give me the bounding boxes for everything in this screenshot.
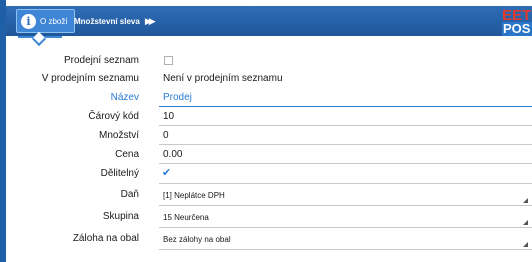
name-input[interactable]: Prodej [163, 92, 192, 103]
sale-list-checkbox[interactable] [164, 56, 173, 65]
row-deposit: Záloha na obal Bez zálohy na obal [6, 230, 532, 250]
deposit-dropdown-arrow-icon[interactable] [523, 242, 528, 247]
row-group: Skupina 15 Neurčena [6, 208, 532, 228]
price-input-underline [159, 163, 532, 164]
barcode-input[interactable]: 10 [163, 111, 174, 122]
in-sale-list-label: V prodejním seznamu [41, 73, 139, 84]
tab-product-info[interactable]: i O zboží [16, 9, 75, 33]
deposit-label: Záloha na obal [72, 233, 139, 244]
name-label: Název [110, 92, 139, 103]
fast-forward-icon: ▶▶ [144, 15, 156, 26]
header: i O zboží Množstevní sleva ▶▶ EET POS [6, 0, 532, 47]
price-input[interactable]: 0.00 [163, 149, 182, 160]
tab-product-info-label: O zboží [40, 16, 68, 26]
row-quantity: Množství 0 [6, 127, 532, 147]
tax-select[interactable]: [1] Neplátce DPH [163, 191, 225, 200]
group-select[interactable]: 15 Neurčena [163, 213, 209, 222]
eet-pos-logo: EET POS [502, 8, 532, 36]
group-dropdown-arrow-icon[interactable] [523, 220, 528, 225]
row-tax: Daň [1] Neplátce DPH [6, 186, 532, 206]
quantity-label: Množství [98, 130, 139, 141]
price-label: Cena [115, 149, 139, 160]
quantity-input-underline [159, 144, 532, 145]
group-label: Skupina [102, 211, 139, 222]
row-price: Cena 0.00 [6, 146, 532, 166]
row-sale-list: Prodejní seznam [6, 52, 532, 72]
barcode-input-underline [159, 125, 532, 126]
divisible-checkbox[interactable]: ✔ [162, 166, 171, 179]
tax-label: Daň [120, 189, 139, 200]
tax-select-underline [159, 205, 532, 206]
name-input-underline [159, 106, 532, 107]
group-select-underline [159, 227, 532, 228]
sale-list-label: Prodejní seznam [63, 55, 139, 66]
row-divisible: Dělitelný ✔ [6, 165, 532, 185]
tab-quantity-discount-label: Množstevní sleva [74, 16, 140, 26]
quantity-input[interactable]: 0 [163, 130, 169, 141]
info-icon: i [21, 13, 36, 29]
in-sale-list-value: Není v prodejním seznamu [163, 73, 283, 84]
deposit-select-underline [159, 249, 532, 250]
deposit-select[interactable]: Bez zálohy na obal [163, 235, 231, 244]
row-name: Název Prodej [6, 89, 532, 109]
logo-text-bottom: POS [502, 22, 532, 36]
barcode-label: Čárový kód [88, 111, 139, 122]
divisible-underline [159, 183, 532, 184]
row-in-sale-list: V prodejním seznamu Není v prodejním sez… [6, 70, 532, 90]
tab-quantity-discount[interactable]: Množstevní sleva ▶▶ [74, 9, 156, 33]
tax-dropdown-arrow-icon[interactable] [523, 198, 528, 203]
row-barcode: Čárový kód 10 [6, 108, 532, 128]
divisible-label: Dělitelný [100, 168, 139, 179]
